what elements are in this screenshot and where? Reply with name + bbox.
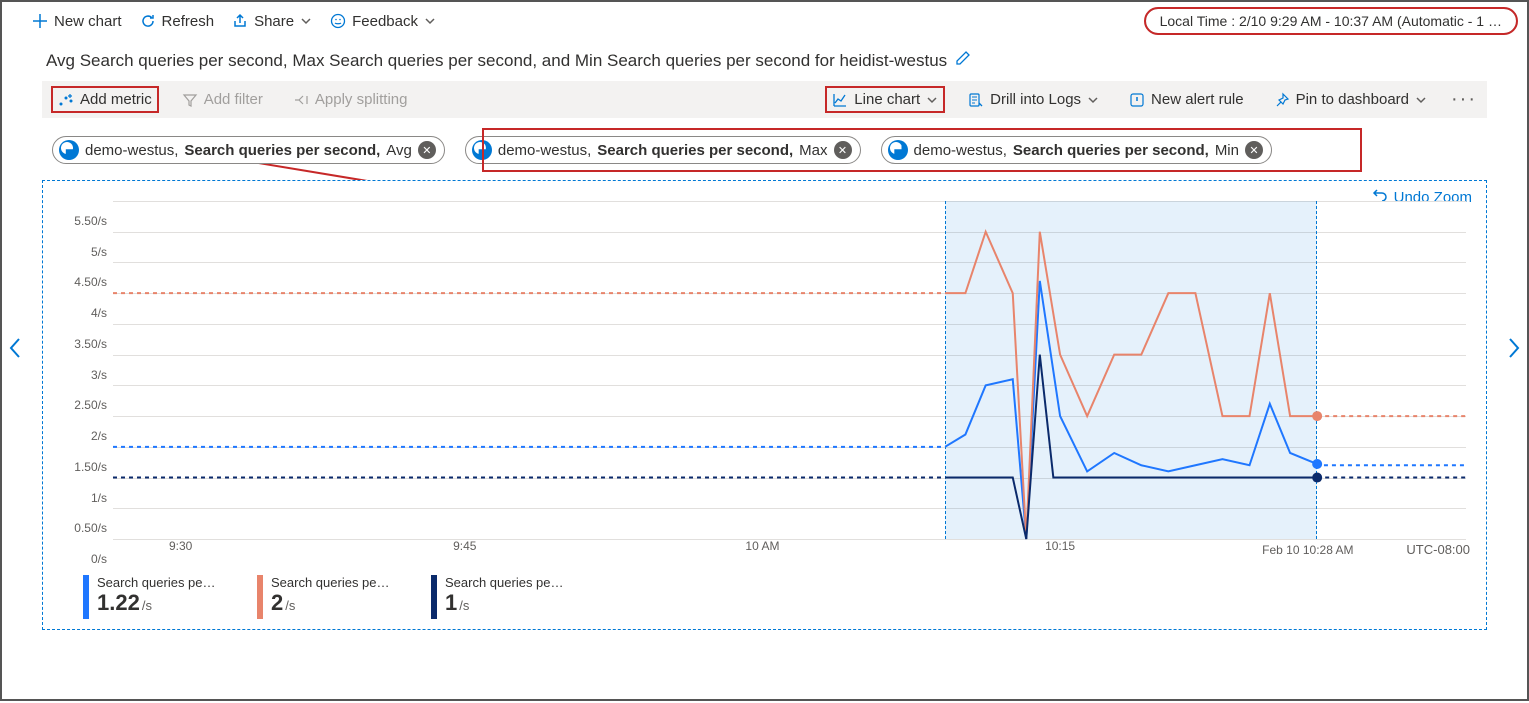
prev-chart-button[interactable] <box>8 337 22 365</box>
timezone-label: UTC-08:00 <box>1406 542 1470 557</box>
drill-into-logs-button[interactable]: Drill into Logs <box>962 87 1105 112</box>
chevron-down-icon <box>424 15 436 27</box>
legend-value: 2 <box>271 590 283 616</box>
filter-icon <box>182 92 198 108</box>
resource-icon <box>59 140 79 160</box>
add-filter-label: Add filter <box>204 91 263 108</box>
legend-item[interactable]: Search queries per s...2/s <box>257 575 391 619</box>
drill-logs-label: Drill into Logs <box>990 91 1081 108</box>
pin-icon <box>1274 92 1290 108</box>
legend-value: 1 <box>445 590 457 616</box>
chevron-down-icon <box>1087 94 1099 106</box>
share-label: Share <box>254 13 294 30</box>
pin-to-dashboard-button[interactable]: Pin to dashboard <box>1268 87 1433 112</box>
pin-dashboard-label: Pin to dashboard <box>1296 91 1409 108</box>
y-tick-label: 4.50/s <box>74 275 107 289</box>
y-tick-label: 5.50/s <box>74 214 107 228</box>
pill-metric: Search queries per second, <box>184 142 380 159</box>
apply-splitting-label: Apply splitting <box>315 91 408 108</box>
apply-splitting-button: Apply splitting <box>287 87 414 112</box>
legend-color-bar <box>431 575 437 619</box>
chart-toolbar: Add metric Add filter Apply splitting Li… <box>42 81 1487 118</box>
pill-resource: demo-westus, <box>85 142 178 159</box>
chart-title-row: Avg Search queries per second, Max Searc… <box>2 40 1527 81</box>
y-tick-label: 0/s <box>91 552 107 566</box>
next-chart-button[interactable] <box>1507 337 1521 365</box>
x-tick-label: 10:15 <box>1045 539 1075 553</box>
refresh-label: Refresh <box>162 13 215 30</box>
y-axis: 0/s0.50/s1/s1.50/s2/s2.50/s3/s3.50/s4/s4… <box>43 201 113 539</box>
add-metric-label: Add metric <box>80 91 152 108</box>
chevron-down-icon <box>1415 94 1427 106</box>
feedback-label: Feedback <box>352 13 418 30</box>
x-tick-label: 9:45 <box>453 539 476 553</box>
x-tick-label: 9:30 <box>169 539 192 553</box>
add-metric-button[interactable]: Add metric <box>52 87 158 112</box>
chart-type-selector[interactable]: Line chart <box>826 87 944 112</box>
y-tick-label: 2.50/s <box>74 398 107 412</box>
chart-area[interactable]: Undo Zoom 0/s0.50/s1/s1.50/s2/s2.50/s3/s… <box>42 180 1487 630</box>
add-filter-button: Add filter <box>176 87 269 112</box>
annotation-highlight <box>482 128 1362 172</box>
remove-pill-icon[interactable]: ✕ <box>418 141 436 159</box>
metric-icon <box>58 92 74 108</box>
y-tick-label: 3.50/s <box>74 337 107 351</box>
legend-item[interactable]: Search queries per s...1/s <box>431 575 565 619</box>
new-alert-label: New alert rule <box>1151 91 1244 108</box>
y-tick-label: 5/s <box>91 245 107 259</box>
legend-color-bar <box>257 575 263 619</box>
legend-item[interactable]: Search queries per s...1.22/s <box>83 575 217 619</box>
chevron-down-icon <box>300 15 312 27</box>
plot-region[interactable] <box>113 201 1466 539</box>
metric-pill-avg[interactable]: demo-westus, Search queries per second, … <box>52 136 445 164</box>
line-chart-icon <box>832 92 848 108</box>
metric-pills-row: demo-westus, Search queries per second, … <box>2 118 1527 174</box>
legend-unit: /s <box>285 598 295 613</box>
plus-icon <box>32 13 48 29</box>
y-tick-label: 3/s <box>91 368 107 382</box>
y-tick-label: 2/s <box>91 429 107 443</box>
legend-value: 1.22 <box>97 590 140 616</box>
top-toolbar: New chart Refresh Share Feedback Local T… <box>2 2 1527 40</box>
chart-type-label: Line chart <box>854 91 920 108</box>
refresh-icon <box>140 13 156 29</box>
pill-agg: Avg <box>386 142 412 159</box>
plot-lines <box>113 201 1466 539</box>
new-chart-label: New chart <box>54 13 122 30</box>
legend-label: Search queries per s... <box>97 575 217 590</box>
x-tick-label: 10 AM <box>745 539 779 553</box>
refresh-button[interactable]: Refresh <box>140 13 215 30</box>
y-tick-label: 4/s <box>91 306 107 320</box>
chart-title: Avg Search queries per second, Max Searc… <box>46 51 947 71</box>
y-tick-label: 0.50/s <box>74 521 107 535</box>
y-tick-label: 1/s <box>91 491 107 505</box>
legend-label: Search queries per s... <box>445 575 565 590</box>
edit-icon[interactable] <box>955 50 971 71</box>
legend-unit: /s <box>459 598 469 613</box>
new-alert-rule-button[interactable]: New alert rule <box>1123 87 1250 112</box>
alert-icon <box>1129 92 1145 108</box>
splitting-icon <box>293 92 309 108</box>
logs-icon <box>968 92 984 108</box>
share-icon <box>232 13 248 29</box>
time-range-picker[interactable]: Local Time : 2/10 9:29 AM - 10:37 AM (Au… <box>1145 8 1517 34</box>
legend: Search queries per s...1.22/sSearch quer… <box>83 575 565 619</box>
legend-unit: /s <box>142 598 152 613</box>
more-actions-button[interactable]: ··· <box>1451 88 1477 111</box>
feedback-button[interactable]: Feedback <box>330 13 436 30</box>
smiley-icon <box>330 13 346 29</box>
legend-color-bar <box>83 575 89 619</box>
y-tick-label: 1.50/s <box>74 460 107 474</box>
legend-label: Search queries per s... <box>271 575 391 590</box>
chevron-down-icon <box>926 94 938 106</box>
end-time-label: Feb 10 10:28 AM <box>1262 543 1353 557</box>
new-chart-button[interactable]: New chart <box>32 13 122 30</box>
share-button[interactable]: Share <box>232 13 312 30</box>
